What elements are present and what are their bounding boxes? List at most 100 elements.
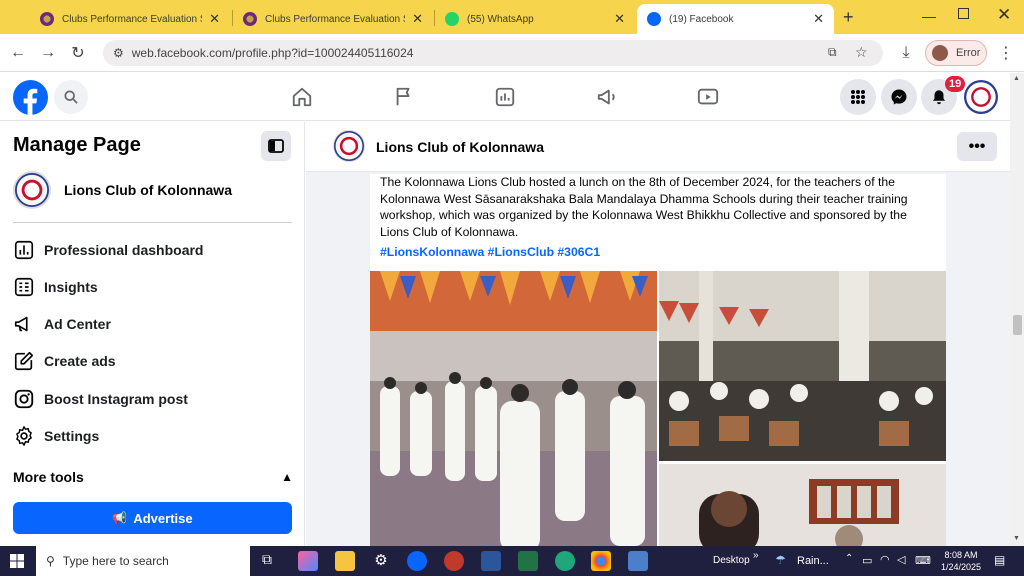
lions-logo-icon <box>40 12 54 26</box>
post-photo-3[interactable] <box>659 464 946 546</box>
tab-whatsapp[interactable]: (55) WhatsApp ✕ <box>435 4 635 34</box>
profile-avatar[interactable] <box>964 80 998 114</box>
forward-arrow-icon[interactable]: → <box>38 43 58 63</box>
taskbar-search-box[interactable]: ⚲ Type here to search <box>36 546 250 576</box>
notification-center-icon[interactable]: ▤ <box>994 553 1005 567</box>
bookmark-star-icon[interactable]: ☆ <box>855 44 868 61</box>
calculator-icon[interactable] <box>628 551 648 571</box>
scroll-down-arrow-icon[interactable]: ▼ <box>1013 535 1020 542</box>
page-title[interactable]: Lions Club of Kolonnawa <box>376 139 544 155</box>
app-red-icon[interactable] <box>444 551 464 571</box>
tab-clubs-performance-2[interactable]: Clubs Performance Evaluation Syst ✕ <box>233 4 433 34</box>
home-icon[interactable] <box>291 86 313 108</box>
profile-error-button[interactable]: Error <box>925 40 987 66</box>
url-text[interactable]: web.facebook.com/profile.php?id=10002440… <box>132 46 414 60</box>
close-tab-icon[interactable]: ✕ <box>412 11 423 27</box>
ads-megaphone-icon[interactable] <box>596 86 618 108</box>
chevron-up-icon: ▲ <box>281 470 293 484</box>
chevron-up-icon[interactable]: ⌃ <box>845 553 853 564</box>
sidebar-toggle-icon <box>268 139 284 153</box>
window-close-icon[interactable]: ✕ <box>997 5 1011 25</box>
wifi-icon[interactable]: ◠ <box>880 553 890 566</box>
post-photo-1[interactable] <box>370 271 657 546</box>
app-green-icon[interactable] <box>555 551 575 571</box>
more-tools-toggle[interactable]: More tools ▲ <box>13 466 293 488</box>
weather-label[interactable]: Rain... <box>797 555 829 567</box>
clock[interactable]: 8:08 AM 1/24/2025 <box>940 549 982 573</box>
address-bar[interactable]: ⚙ web.facebook.com/profile.php?id=100024… <box>103 40 883 66</box>
volume-icon[interactable]: ◁ <box>897 553 905 566</box>
install-app-icon[interactable]: ⧉ <box>828 45 837 60</box>
post-hashtags[interactable]: #LionsKolonnawa #LionsClub #306C1 <box>380 245 600 259</box>
page-name-label: Lions Club of Kolonnawa <box>64 182 232 198</box>
facebook-icon <box>647 12 661 26</box>
browser-tab-strip: Clubs Performance Evaluation Syst ✕ Club… <box>0 0 1024 34</box>
restore-icon[interactable] <box>958 8 969 19</box>
site-settings-icon[interactable]: ⚙ <box>113 46 124 60</box>
minimize-icon[interactable]: — <box>922 8 936 24</box>
page-scrollbar[interactable]: ▲ ▼ <box>1010 73 1024 546</box>
insights-nav-icon[interactable] <box>494 86 516 108</box>
excel-icon[interactable] <box>518 551 538 571</box>
chevron-right-icon[interactable]: » <box>753 550 759 561</box>
close-tab-icon[interactable]: ✕ <box>209 11 220 27</box>
windows-start-icon[interactable] <box>10 554 24 568</box>
search-icon <box>64 90 78 104</box>
page-header-bar: Lions Club of Kolonnawa ••• <box>306 122 1010 172</box>
back-arrow-icon[interactable]: ← <box>8 43 28 63</box>
notification-badge: 19 <box>945 76 966 92</box>
bell-icon <box>933 90 945 105</box>
post-photo-2[interactable] <box>659 271 946 461</box>
scrollbar-thumb[interactable] <box>1013 315 1022 335</box>
page-switcher[interactable]: Lions Club of Kolonnawa <box>13 170 293 210</box>
post-card: The Kolonnawa Lions Club hosted a lunch … <box>370 174 946 546</box>
dashboard-icon <box>14 240 34 260</box>
windows-taskbar: ⚲ Type here to search ⧉ ⚙ Desktop » ☂ Ra… <box>0 546 1024 576</box>
new-tab-icon[interactable]: + <box>843 7 854 28</box>
megaphone-icon <box>14 316 28 332</box>
file-explorer-icon[interactable] <box>335 551 355 571</box>
video-icon[interactable] <box>697 86 719 108</box>
close-tab-icon[interactable]: ✕ <box>614 11 625 27</box>
scroll-up-arrow-icon[interactable]: ▲ <box>1013 75 1020 82</box>
grid-menu-icon <box>851 90 865 104</box>
menu-grid-button[interactable] <box>840 79 876 115</box>
more-options-button[interactable]: ••• <box>957 132 997 161</box>
tab-clubs-performance-1[interactable]: Clubs Performance Evaluation Syst ✕ <box>30 4 230 34</box>
page-avatar <box>13 171 51 209</box>
download-icon[interactable]: ⤓ <box>896 43 916 63</box>
sidebar-item-ad-center[interactable]: Ad Center <box>13 311 111 337</box>
pages-flag-icon[interactable] <box>393 86 415 108</box>
settings-gear-icon[interactable]: ⚙ <box>371 551 391 571</box>
sidebar-item-settings[interactable]: Settings <box>13 423 99 449</box>
task-view-icon[interactable]: ⧉ <box>262 551 282 571</box>
network-icon[interactable]: ▭ <box>862 554 872 567</box>
collapse-sidebar-button[interactable] <box>261 131 291 161</box>
facebook-logo-icon[interactable] <box>13 80 48 115</box>
more-dots-icon: ••• <box>968 137 986 155</box>
keyboard-icon[interactable]: ⌨ <box>915 554 931 567</box>
sidebar-title: Manage Page <box>13 134 141 156</box>
tab-facebook[interactable]: (19) Facebook ✕ <box>637 4 834 34</box>
browser-menu-icon[interactable]: ⋮ <box>996 43 1016 63</box>
word-icon[interactable] <box>481 551 501 571</box>
sidebar-item-insights[interactable]: Insights <box>13 274 98 300</box>
page-avatar[interactable] <box>333 130 365 162</box>
megaphone-icon: 📢 <box>112 511 128 525</box>
messenger-button[interactable] <box>881 79 917 115</box>
post-text: The Kolonnawa Lions Club hosted a lunch … <box>380 175 908 240</box>
sidebar-item-create-ads[interactable]: Create ads <box>13 348 116 374</box>
reload-icon[interactable]: ↻ <box>68 43 88 63</box>
copilot-icon[interactable] <box>298 551 318 571</box>
facebook-app-icon[interactable] <box>407 551 427 571</box>
close-tab-icon[interactable]: ✕ <box>813 11 824 27</box>
chrome-icon[interactable] <box>591 551 611 571</box>
divider <box>13 222 292 223</box>
sidebar-item-professional-dashboard[interactable]: Professional dashboard <box>13 237 203 263</box>
browser-toolbar: ← → ↻ ⚙ web.facebook.com/profile.php?id=… <box>0 34 1024 72</box>
search-button[interactable] <box>54 80 88 114</box>
desktop-toolbar-label[interactable]: Desktop <box>713 555 750 566</box>
sidebar-item-boost-instagram-post[interactable]: Boost Instagram post <box>13 386 188 412</box>
instagram-icon <box>14 389 34 409</box>
advertise-button[interactable]: 📢 Advertise <box>13 502 292 534</box>
